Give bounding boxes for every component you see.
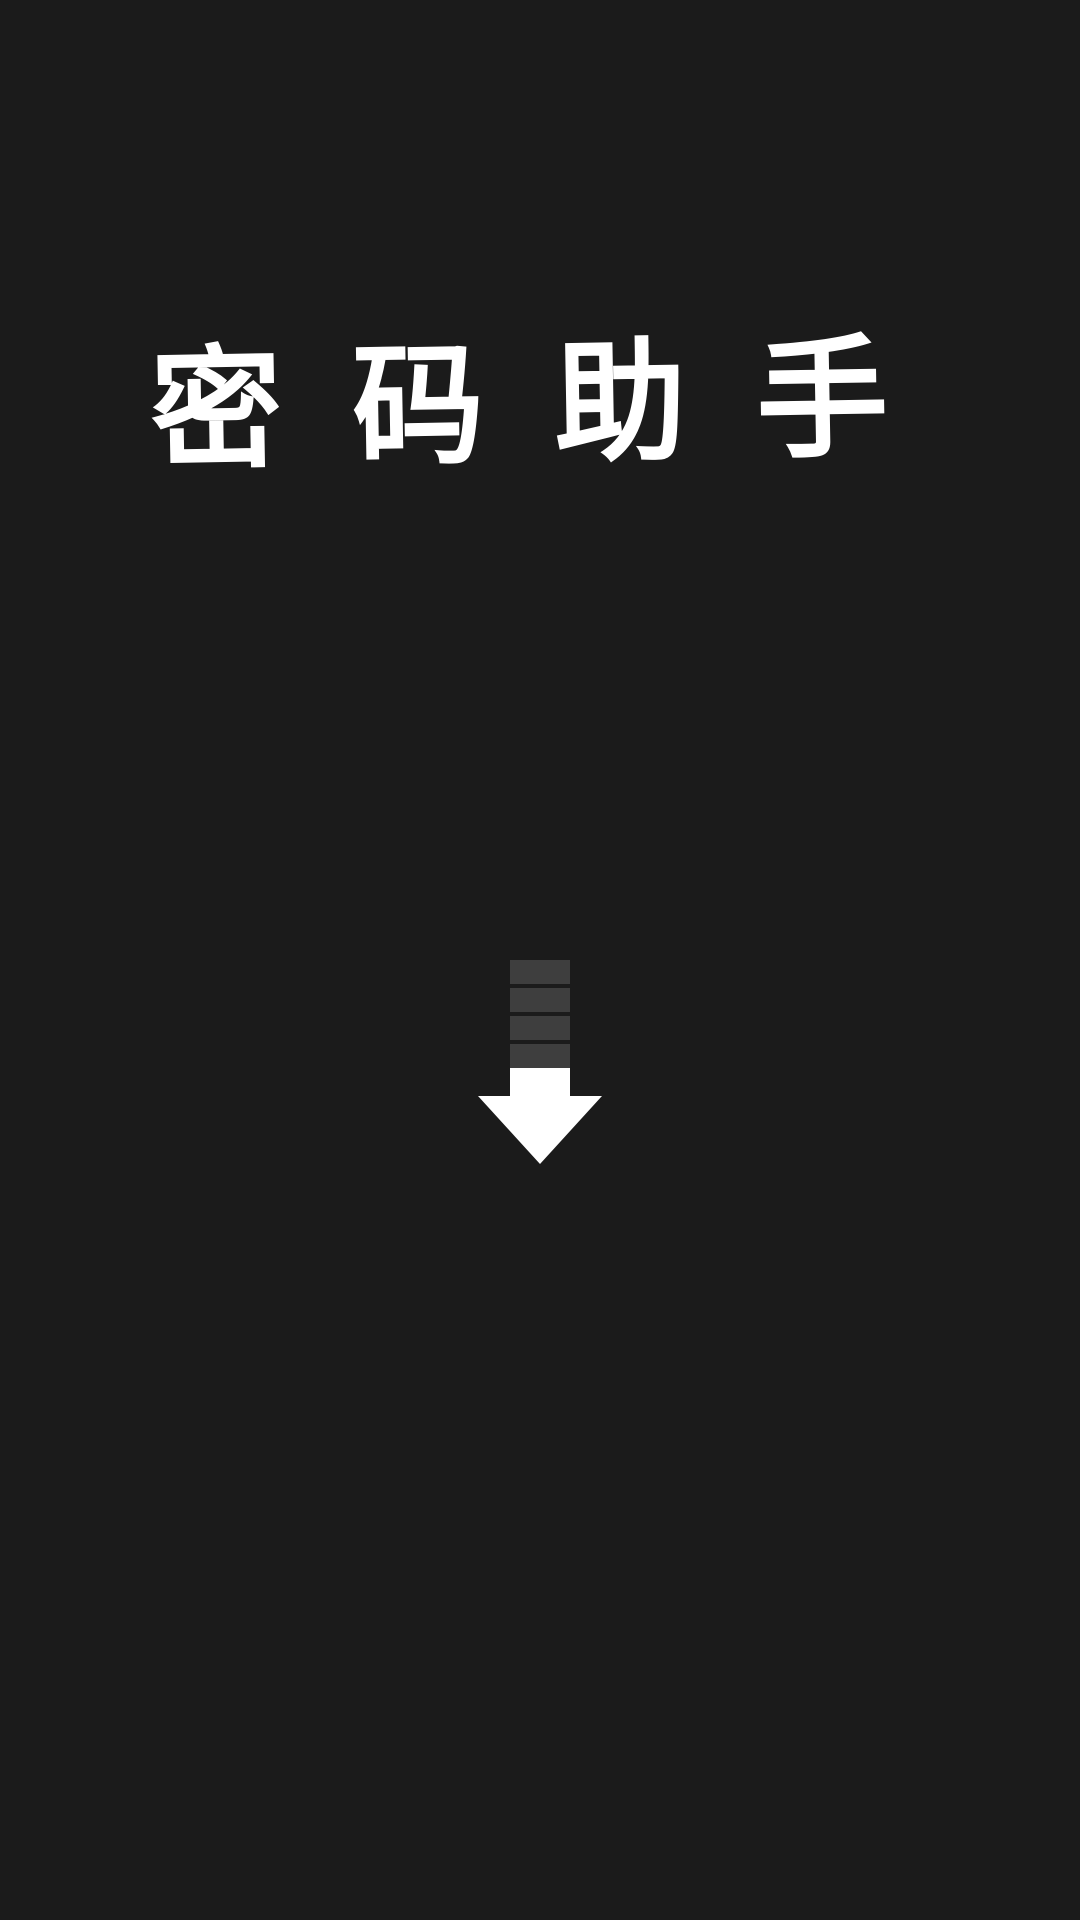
indicator-step [510, 988, 570, 1012]
arrow-down-icon [478, 1068, 602, 1164]
pull-down-indicator[interactable] [476, 958, 604, 1168]
app-logo: 密码助手 [150, 321, 930, 480]
indicator-step [510, 1016, 570, 1040]
app-title: 密码助手 [150, 321, 930, 480]
splash-screen: 密码助手 [0, 0, 1080, 1920]
indicator-step [510, 960, 570, 984]
indicator-step [510, 1044, 570, 1068]
